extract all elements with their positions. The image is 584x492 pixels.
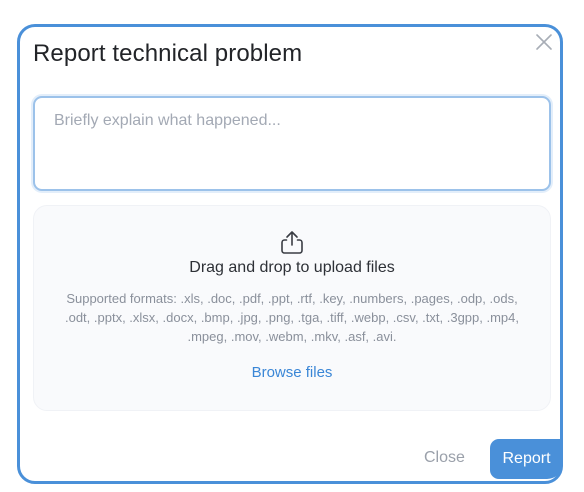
- browse-files-link[interactable]: Browse files: [34, 364, 550, 381]
- description-field: [33, 96, 551, 191]
- report-button[interactable]: Report: [490, 439, 563, 479]
- dropzone-title: Drag and drop to upload files: [189, 259, 395, 276]
- report-problem-dialog: Report technical problem Drag and drop t…: [17, 24, 563, 484]
- close-x-icon[interactable]: [534, 32, 554, 52]
- close-button[interactable]: Close: [424, 449, 465, 467]
- description-input[interactable]: [35, 98, 549, 189]
- upload-icon: [278, 228, 306, 256]
- dialog-title: Report technical problem: [33, 40, 303, 67]
- supported-formats-text: Supported formats: .xls, .doc, .pdf, .pp…: [64, 291, 519, 344]
- file-dropzone[interactable]: Drag and drop to upload files Supported …: [33, 205, 551, 411]
